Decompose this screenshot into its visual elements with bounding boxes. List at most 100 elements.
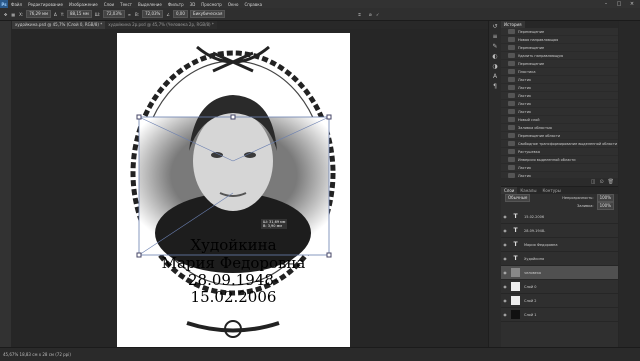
history-item-label: Ластик — [518, 85, 532, 90]
layer-thumbnail — [511, 310, 520, 319]
menu-file[interactable]: Файл — [8, 2, 25, 7]
layer-row[interactable]: ◉ Слой 0 — [501, 280, 618, 294]
opacity-field[interactable]: 100% — [596, 194, 614, 202]
menu-layers[interactable]: Слои — [101, 2, 117, 7]
tab-history[interactable]: История — [501, 21, 525, 28]
document-canvas[interactable]: Ш: 31,69 мм В: 3,90 мм Худойкина Мария Ф… — [117, 33, 350, 347]
character-panel-icon[interactable]: A — [489, 71, 501, 81]
history-item[interactable]: Заливка областью — [501, 124, 618, 132]
interpolation-select[interactable]: Бикубическая — [189, 10, 226, 18]
close-icon[interactable]: × — [626, 0, 638, 8]
text-layer-icon: T — [513, 213, 518, 220]
link-icon[interactable]: ∞ — [128, 12, 131, 17]
document-tabs: худойкина.psd @ 45,7% (Слой 0, RGB/8) * … — [12, 21, 500, 29]
history-item[interactable]: Свободное трансформирование выделенной о… — [501, 140, 618, 148]
history-item-label: Пластика — [518, 69, 536, 74]
menu-edit[interactable]: Редактирование — [25, 2, 66, 7]
history-item-label: Ластик — [518, 109, 532, 114]
history-item[interactable]: Пластика — [501, 68, 618, 76]
eye-icon[interactable]: ◉ — [501, 242, 509, 247]
paragraph-panel-icon[interactable]: ¶ — [489, 81, 501, 91]
history-item[interactable]: Новая направляющая — [501, 36, 618, 44]
history-item[interactable]: Удалить направляющую — [501, 52, 618, 60]
eye-icon[interactable]: ◉ — [501, 312, 509, 317]
canvas-area[interactable]: Ш: 31,69 мм В: 3,90 мм Худойкина Мария Ф… — [12, 29, 488, 347]
camera-icon[interactable]: ⊙ — [599, 179, 603, 185]
menu-help[interactable]: Справка — [241, 2, 265, 7]
menu-filter[interactable]: Фильтр — [165, 2, 187, 7]
history-item[interactable]: Перемещение области — [501, 132, 618, 140]
height-field[interactable]: 72,03% — [142, 10, 164, 18]
layer-name: человека — [524, 270, 542, 275]
eye-icon[interactable]: ◉ — [501, 256, 509, 261]
warp-icon[interactable]: ⌗ — [358, 12, 360, 17]
angle-field[interactable]: 0,00 — [172, 10, 188, 18]
x-field[interactable]: 76,29 мм — [26, 10, 51, 18]
history-item[interactable]: Инверсия выделенной области — [501, 156, 618, 164]
history-item[interactable]: Ластик — [501, 108, 618, 116]
layer-row[interactable]: ◉ Слой 1 — [501, 308, 618, 322]
color-panel-icon[interactable]: ◐ — [489, 51, 501, 61]
history-tabs: История — [501, 21, 618, 28]
angle-icon[interactable]: ∠ — [166, 12, 170, 17]
history-panel-icon[interactable]: ↺ — [489, 21, 501, 31]
history-item[interactable]: Ластик — [501, 164, 618, 172]
history-item[interactable]: Растушевка — [501, 148, 618, 156]
reference-point-icon[interactable]: ▦ — [11, 12, 15, 17]
tab-paths[interactable]: Контуры — [539, 187, 563, 194]
history-item[interactable]: Перемещение — [501, 44, 618, 52]
properties-panel-icon[interactable]: ≡ — [489, 31, 501, 41]
blend-mode-select[interactable]: Обычные — [505, 194, 531, 202]
layer-row[interactable]: ◉ T 15.02.2006 — [501, 210, 618, 224]
fill-field[interactable]: 100% — [596, 202, 614, 210]
cancel-transform-icon[interactable]: ⊘ — [369, 12, 372, 17]
layer-name: Мария Федоровна — [524, 242, 558, 247]
tab-layers[interactable]: Слои — [501, 187, 518, 194]
tab-document-2[interactable]: худойкина 2p.psd @ 45,7% (Человека 2p, R… — [105, 21, 217, 29]
history-item[interactable]: Перемещение — [501, 28, 618, 36]
width-field[interactable]: 72,03% — [103, 10, 125, 18]
move-tool-icon[interactable]: ✥ — [4, 12, 7, 17]
menu-window[interactable]: Окно — [225, 2, 242, 7]
layer-row[interactable]: ◉ Слой 2 — [501, 294, 618, 308]
eye-icon[interactable]: ◉ — [501, 270, 509, 275]
history-item[interactable]: Перемещение — [501, 60, 618, 68]
brush-panel-icon[interactable]: ✎ — [489, 41, 501, 51]
eye-icon[interactable]: ◉ — [501, 284, 509, 289]
fill-row: Заливка: 100% — [501, 202, 618, 210]
layer-row[interactable]: ◉ T 28.09.1948- — [501, 224, 618, 238]
eye-icon[interactable]: ◉ — [501, 298, 509, 303]
layer-row[interactable]: ◉ T Худойкина — [501, 252, 618, 266]
photoshop-logo-icon: Ps — [0, 0, 8, 8]
history-item[interactable]: Новый слой — [501, 116, 618, 124]
layer-row[interactable]: ◉ человека — [501, 266, 618, 280]
eye-icon[interactable]: ◉ — [501, 214, 509, 219]
layer-name: 28.09.1948- — [524, 228, 546, 233]
commit-transform-icon[interactable]: ✓ — [376, 12, 379, 17]
menu-3d[interactable]: 3D — [187, 2, 199, 7]
layers-list: ◉ T 15.02.2006 ◉ T 28.09.1948- ◉ T Мария Федоров… — [501, 210, 618, 322]
history-item[interactable]: Ластик — [501, 100, 618, 108]
history-item[interactable]: Ластик — [501, 84, 618, 92]
tab-document-1[interactable]: худойкина.psd @ 45,7% (Слой 0, RGB/8) * — [12, 21, 106, 29]
history-step-icon — [508, 141, 515, 146]
minimize-icon[interactable]: – — [600, 0, 612, 8]
layer-row[interactable]: ◉ T Мария Федоровна — [501, 238, 618, 252]
tab-channels[interactable]: Каналы — [517, 187, 539, 194]
history-item-label: Перемещение — [518, 61, 545, 66]
menu-select[interactable]: Выделение — [135, 2, 165, 7]
menu-image[interactable]: Изображение — [66, 2, 101, 7]
trash-icon[interactable]: 🗑 — [608, 179, 614, 185]
eye-icon[interactable]: ◉ — [501, 228, 509, 233]
history-list: Перемещение Новая направляющая Перемещение… — [501, 28, 618, 178]
y-field[interactable]: 88,15 мм — [67, 10, 92, 18]
menu-view[interactable]: Просмотр — [198, 2, 225, 7]
history-item[interactable]: Ластик — [501, 92, 618, 100]
new-snapshot-icon[interactable]: ◫ — [591, 179, 596, 185]
maximize-icon[interactable]: □ — [613, 0, 625, 8]
menu-bar: Ps Файл Редактирование Изображение Слои … — [0, 0, 640, 8]
history-item[interactable]: Ластик — [501, 76, 618, 84]
menu-type[interactable]: Текст — [117, 2, 135, 7]
adjustments-panel-icon[interactable]: ◑ — [489, 61, 501, 71]
delta-icon[interactable]: Δ — [54, 12, 57, 17]
